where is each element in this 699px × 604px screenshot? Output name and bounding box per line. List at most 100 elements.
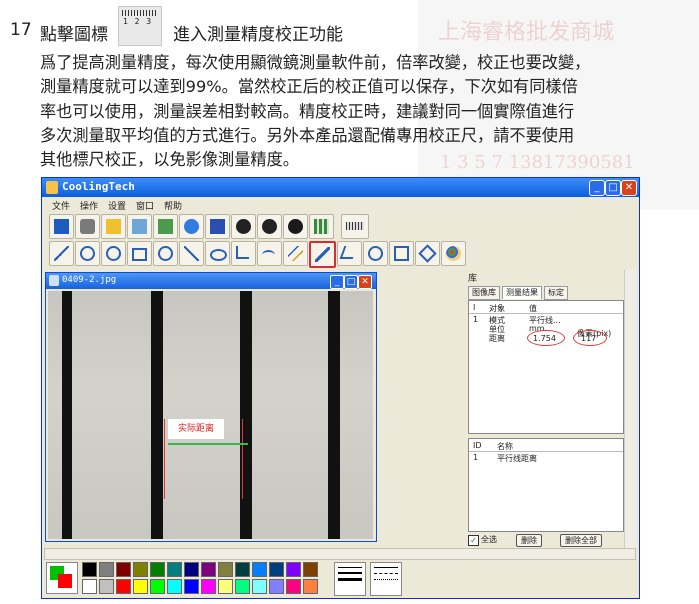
image-icon[interactable] (153, 214, 178, 239)
menu-settings[interactable]: 设置 (108, 199, 126, 212)
ellipse-icon[interactable] (205, 241, 230, 266)
grid-icon[interactable] (309, 214, 334, 239)
horizontal-scrollbar[interactable] (44, 548, 636, 560)
circle-icon[interactable] (153, 241, 178, 266)
maximize-button[interactable]: □ (605, 180, 621, 196)
color-swatch[interactable] (184, 562, 199, 577)
color-swatch[interactable] (269, 562, 284, 577)
select-all-checkbox[interactable]: ✓ (468, 535, 479, 546)
color-swatch[interactable] (286, 562, 301, 577)
color-swatch[interactable] (150, 562, 165, 577)
open-icon[interactable] (101, 214, 126, 239)
delete-button[interactable]: 删除 (516, 534, 542, 547)
step-title-prefix: 點擊圖標 (40, 25, 108, 45)
wrench-icon[interactable] (283, 214, 308, 239)
palette-icon[interactable] (441, 241, 466, 266)
measure-line-right (242, 419, 243, 499)
image-list-icon[interactable] (127, 214, 152, 239)
paragraph-line: 測量精度就可以達到99%。當然校正后的校正值可以保存，下次如有同樣倍 (40, 77, 578, 97)
polyline-icon[interactable] (179, 241, 204, 266)
symbol-c-icon[interactable] (415, 241, 440, 266)
circle-arrow-icon[interactable] (101, 241, 126, 266)
menu-help[interactable]: 帮助 (164, 199, 182, 212)
line-icon[interactable] (49, 241, 74, 266)
color-swatch[interactable] (252, 562, 267, 577)
menu-window[interactable]: 窗口 (136, 199, 154, 212)
color-swatch[interactable] (303, 562, 318, 577)
color-swatch[interactable] (133, 562, 148, 577)
color-swatch[interactable] (99, 562, 114, 577)
app-icon (46, 181, 58, 194)
menu-operate[interactable]: 操作 (80, 199, 98, 212)
color-swatch[interactable] (133, 579, 148, 594)
tab-image-library[interactable]: 图像库 (468, 286, 500, 300)
color-swatch[interactable] (99, 579, 114, 594)
close-button[interactable]: ✕ (621, 180, 637, 196)
camera-icon[interactable] (75, 214, 100, 239)
col-id: ID (473, 441, 482, 450)
color-swatch[interactable] (116, 579, 131, 594)
pause-icon[interactable] (231, 214, 256, 239)
tab-measure-results[interactable]: 测量结果 (502, 286, 542, 299)
ruler-icon: 1 2 3 (118, 6, 162, 46)
background-color (58, 574, 72, 588)
color-swatch[interactable] (167, 562, 182, 577)
menu-bar: 文件 操作 设置 窗口 帮助 (42, 197, 639, 212)
toolbar-main (45, 214, 445, 241)
actual-distance-label: 实际距离 (168, 419, 224, 439)
microscope-image[interactable]: 实际距离 (48, 291, 373, 539)
color-swatch[interactable] (82, 579, 97, 594)
line-style-selector[interactable] (334, 562, 366, 596)
ruler-tool-icon[interactable] (341, 214, 369, 239)
angle-icon[interactable] (231, 241, 256, 266)
scale-bar (240, 291, 252, 539)
save-icon[interactable] (205, 214, 230, 239)
objects-list: ID 名称 1 平行线距离 (468, 438, 624, 532)
panel-scrollbar[interactable] (624, 270, 637, 548)
object-name[interactable]: 平行线距离 (497, 453, 537, 464)
color-swatch[interactable] (150, 579, 165, 594)
step-title: 點擊圖標 ，進入測量精度校正功能 (40, 20, 343, 45)
delete-all-button[interactable]: 删除全部 (560, 534, 602, 547)
rectangle-icon[interactable] (127, 241, 152, 266)
angle-measure-icon[interactable] (337, 241, 362, 266)
color-swatch[interactable] (235, 562, 250, 577)
current-color[interactable] (46, 562, 78, 594)
image-maximize-button[interactable]: □ (344, 275, 358, 289)
stop-icon[interactable] (257, 214, 282, 239)
color-swatch[interactable] (218, 579, 233, 594)
menu-file[interactable]: 文件 (52, 199, 70, 212)
dash-style-selector[interactable] (370, 562, 402, 596)
row-id: 1 (473, 315, 479, 324)
minimize-button[interactable]: _ (589, 180, 605, 196)
paragraph-line: 爲了提高測量精度，每次使用顯微鏡測量軟件前，倍率改變，校正也要改變， (40, 53, 591, 72)
image-close-button[interactable]: ✕ (358, 275, 372, 289)
color-swatch[interactable] (201, 579, 216, 594)
symbol-b-icon[interactable] (389, 241, 414, 266)
display-icon[interactable] (49, 214, 74, 239)
parallel-icon[interactable] (283, 241, 308, 266)
refresh-icon[interactable] (179, 214, 204, 239)
color-swatch[interactable] (286, 579, 301, 594)
color-swatch[interactable] (252, 579, 267, 594)
zoom-icon[interactable] (75, 241, 100, 266)
image-minimize-button[interactable]: _ (330, 275, 344, 289)
color-swatch[interactable] (235, 579, 250, 594)
color-swatch[interactable] (269, 579, 284, 594)
color-swatch[interactable] (201, 562, 216, 577)
color-swatch[interactable] (82, 562, 97, 577)
col-index: I (473, 303, 476, 312)
tab-calibration[interactable]: 标定 (544, 286, 568, 300)
color-swatch[interactable] (184, 579, 199, 594)
color-swatch[interactable] (116, 562, 131, 577)
calibrate-icon[interactable] (309, 241, 336, 268)
scale-bar (62, 291, 72, 539)
color-swatch[interactable] (167, 579, 182, 594)
arc-icon[interactable] (257, 241, 282, 266)
color-swatch[interactable] (218, 562, 233, 577)
symbol-a-icon[interactable] (363, 241, 388, 266)
highlight-oval (573, 330, 607, 346)
paragraph-line: 多次測量取平均值的方式進行。另外本產品還配備專用校正尺，請不要使用 (40, 125, 575, 145)
color-swatch[interactable] (303, 579, 318, 594)
select-all-label: 全选 (481, 535, 497, 544)
